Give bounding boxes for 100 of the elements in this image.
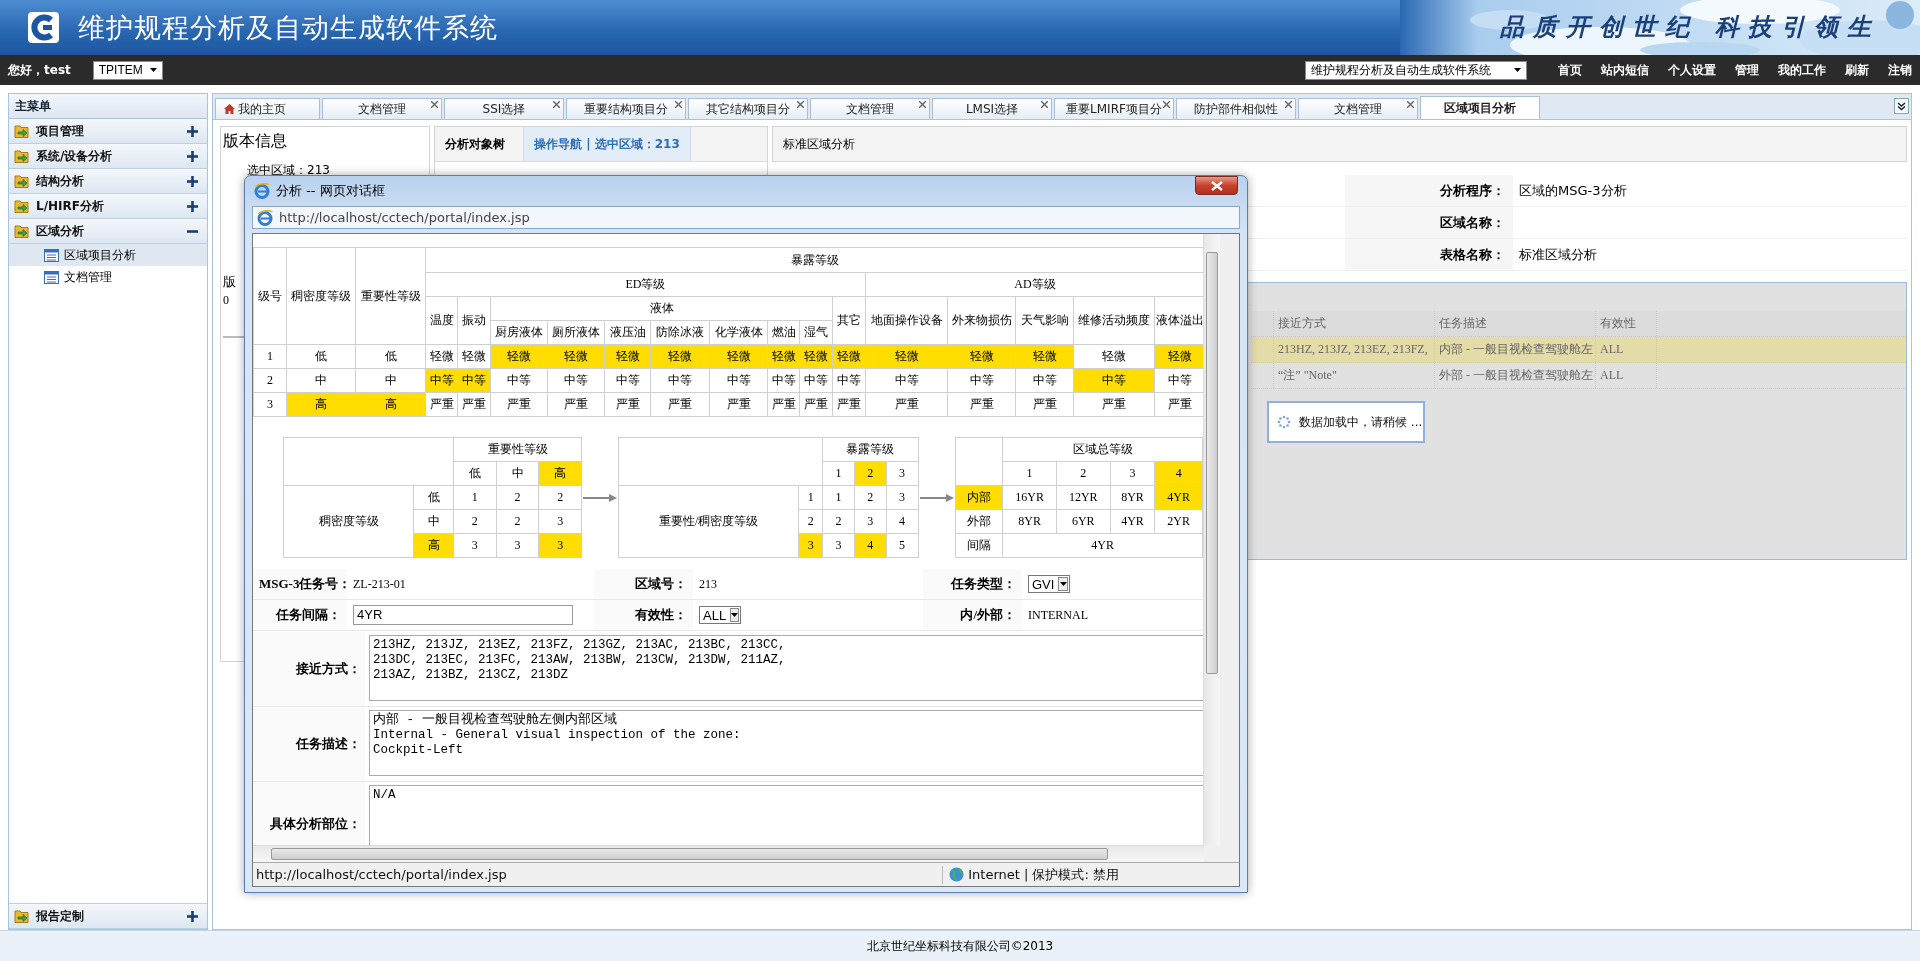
vertical-scrollbar[interactable]	[1203, 234, 1221, 845]
table-cell: 严重	[799, 392, 833, 417]
nav-link[interactable]: 我的工作	[1778, 61, 1826, 79]
select-field[interactable]: GVI	[1028, 575, 1070, 593]
nav-link[interactable]: 管理	[1735, 61, 1759, 79]
nav-link[interactable]: 首页	[1558, 61, 1582, 79]
nav-link[interactable]: 个人设置	[1668, 61, 1716, 79]
status-url: http://localhost/cctech/portal/index.jsp	[256, 867, 507, 882]
caret-icon	[1059, 582, 1067, 586]
field-label: 内/外部：	[923, 599, 1022, 631]
column-header: 外来物损伤	[947, 296, 1016, 345]
security-zone: Internet | 保护模式: 禁用	[968, 865, 1119, 884]
greeting: 您好，test	[8, 61, 71, 79]
table-cell: 严重	[1015, 392, 1074, 417]
table-cell: 中等	[650, 368, 710, 393]
close-icon[interactable]	[1285, 101, 1292, 108]
menu-item[interactable]: 项目管理	[9, 119, 207, 144]
row-header: 重要性/稠密度等级	[618, 485, 799, 558]
column-header: 内部	[955, 485, 1003, 510]
table-cell: 1	[822, 485, 855, 510]
column-header: 2	[798, 509, 823, 534]
table-cell: 2	[453, 509, 497, 534]
panel-title: 分析对象树	[445, 135, 505, 153]
close-icon[interactable]	[1041, 101, 1048, 108]
expand-icon[interactable]	[187, 150, 198, 162]
close-icon[interactable]	[1407, 101, 1414, 108]
tree-item[interactable]: 区域项目分析	[9, 244, 207, 266]
expand-icon[interactable]	[187, 125, 198, 137]
close-icon[interactable]	[431, 101, 438, 108]
tab[interactable]: 防护部件相似性	[1176, 98, 1296, 119]
text-area[interactable]: 内部 - 一般目视检查驾驶舱左侧内部区域 Internal - General visual inspection of the zone: Cockpit-Left	[369, 710, 1204, 776]
table-cell: 4YR	[1110, 509, 1155, 534]
close-icon[interactable]	[1163, 101, 1170, 108]
tab[interactable]: 我的主页	[215, 98, 320, 119]
table-cell: 1	[453, 485, 497, 510]
menu-item[interactable]: 系统/设备分析	[9, 144, 207, 169]
table-cell: 2	[822, 509, 855, 534]
table-cell: 严重	[767, 392, 800, 417]
close-icon[interactable]	[797, 101, 804, 108]
horizontal-scrollbar[interactable]	[253, 845, 1204, 862]
column-header: 天气影响	[1015, 296, 1074, 345]
table-cell: 轻微	[425, 344, 458, 369]
tab[interactable]: LMSI选择	[932, 98, 1052, 119]
expand-icon[interactable]	[187, 175, 198, 187]
expand-icon[interactable]	[187, 200, 198, 212]
column-header: 其它	[832, 296, 866, 345]
tab[interactable]: 重要结构项目分	[566, 98, 686, 119]
column-header: 液压油	[604, 320, 651, 345]
browser-icon	[257, 209, 273, 226]
grid-row[interactable]: 213HZ, 213JZ, 213EZ, 213FZ, 内部 - 一般目视检查驾驶舱左 ALL	[1251, 337, 1906, 363]
row-header: 稠密度等级	[283, 485, 414, 558]
tab-list-button[interactable]	[1894, 98, 1909, 114]
table-cell: 低	[286, 344, 356, 369]
nav-tab[interactable]: 操作导航 | 选中区域：213	[523, 127, 691, 161]
table-cell: 3	[453, 533, 497, 558]
version-value: 0	[223, 293, 229, 308]
system-select[interactable]: 维护规程分析及自动生成软件系统	[1305, 60, 1527, 80]
field-label: 任务类型：	[923, 569, 1022, 600]
menu-item[interactable]: 结构分析	[9, 169, 207, 194]
table-cell: 2	[496, 509, 539, 534]
tab[interactable]: 文档管理	[1298, 98, 1418, 119]
nav-link[interactable]: 注销	[1888, 61, 1912, 79]
nav-link[interactable]: 站内短信	[1601, 61, 1649, 79]
close-icon[interactable]	[553, 101, 560, 108]
column-header: 中	[496, 461, 539, 486]
column-header: 区域总等级	[1002, 437, 1203, 462]
grid-row[interactable]: “注” "Note" 外部 - 一般目视检查驾驶舱左 ALL	[1251, 363, 1906, 389]
nav-link[interactable]: 刷新	[1845, 61, 1869, 79]
select-field[interactable]: ALL	[699, 606, 741, 624]
field-label: 任务描述：	[253, 706, 365, 782]
column-header: 稠密度等级	[286, 247, 356, 345]
tab[interactable]: 其它结构项目分	[688, 98, 808, 119]
input-field[interactable]: 4YR	[353, 605, 573, 625]
tree-item[interactable]: 文档管理	[9, 266, 207, 288]
column-header: 化学液体	[709, 320, 768, 345]
menu-item[interactable]: 报告定制	[9, 903, 207, 929]
project-select[interactable]: TPITEM	[92, 60, 163, 80]
version-label: 版	[223, 273, 236, 291]
menu-item[interactable]: 区域分析	[9, 219, 207, 244]
tab[interactable]: SSI选择	[444, 98, 564, 119]
tab[interactable]: 重要LMIRF项目分	[1054, 98, 1174, 119]
loading-box: 数据加载中，请稍候 ...	[1267, 401, 1425, 443]
field-label: 任务间隔：	[253, 599, 347, 631]
table-cell: 213HZ, 213JZ, 213EZ, 213FZ,	[1273, 337, 1434, 362]
tab[interactable]: 文档管理	[810, 98, 930, 119]
close-button[interactable]	[1195, 176, 1238, 195]
tab[interactable]: 文档管理	[322, 98, 442, 119]
column-header: 燃油	[767, 320, 800, 345]
close-icon[interactable]	[919, 101, 926, 108]
table-cell: ALL	[1595, 337, 1657, 362]
table-cell: 严重	[547, 392, 605, 417]
text-area[interactable]: 213HZ, 213JZ, 213EZ, 213FZ, 213GZ, 213AC, 213BC, 213CC, 213DC, 213EC, 213FC, 213AW, 213BW, 213CW, 213DW, 211AZ, 213AZ, 213BZ, 213CZ, 213DZ	[369, 635, 1204, 701]
table-cell: 严重	[947, 392, 1016, 417]
tab[interactable]: 区域项目分析	[1420, 96, 1540, 119]
dialog-title: 分析 -- 网页对话框	[276, 181, 385, 200]
menu-item[interactable]: L/HIRF分析	[9, 194, 207, 219]
expand-icon[interactable]	[187, 910, 198, 922]
close-icon[interactable]	[675, 101, 682, 108]
field-label: 区域名称：	[1345, 207, 1513, 238]
table-cell: 严重	[457, 392, 491, 417]
